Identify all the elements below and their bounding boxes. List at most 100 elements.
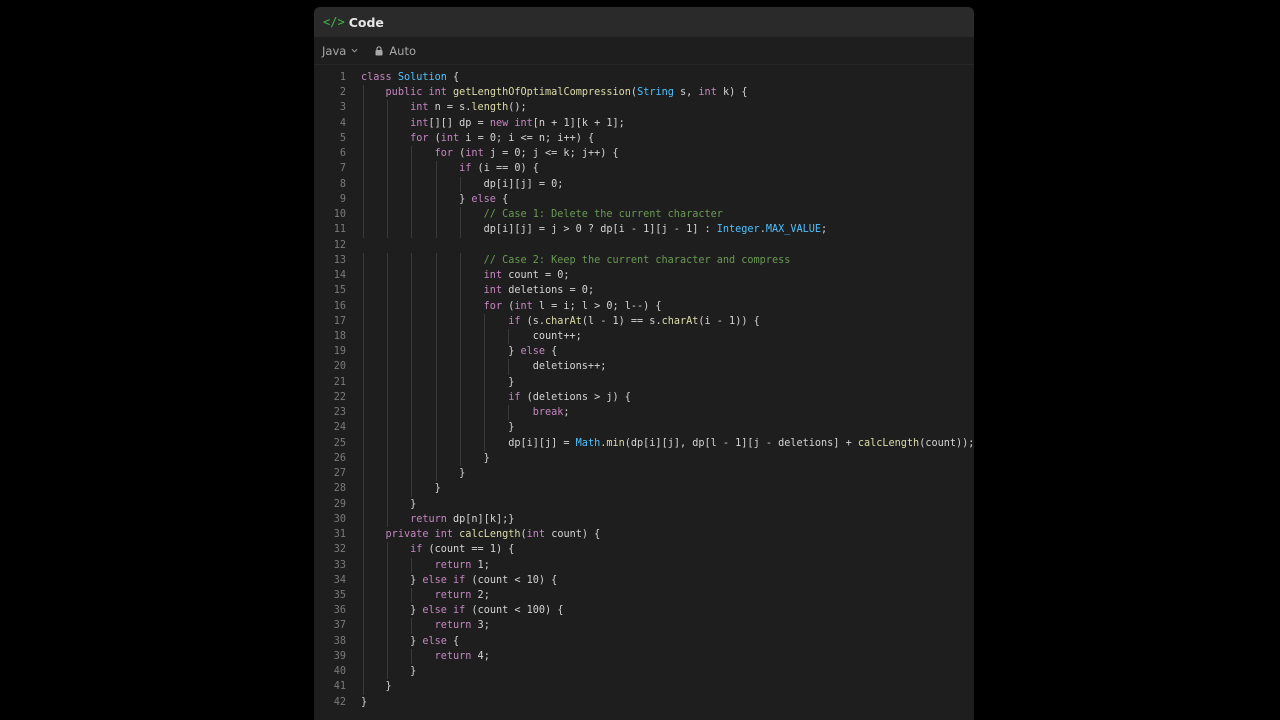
line-text: }: [361, 422, 515, 434]
line-number: 13: [333, 254, 346, 266]
line-text: }: [361, 468, 466, 480]
code-line: 3 int n = s.length();: [314, 100, 974, 116]
code-line: 20 deletions++;: [314, 359, 974, 375]
code-line: 33 return 1;: [314, 557, 974, 573]
code-icon: </>: [323, 15, 345, 29]
mode-label: Auto: [389, 43, 416, 58]
line-text: int count = 0;: [483, 270, 570, 282]
line-number: 28: [333, 483, 346, 495]
line-number: 37: [333, 620, 346, 632]
line-number: 3: [339, 102, 346, 114]
line-number: 6: [339, 148, 346, 160]
code-line: 32 if (count == 1) {: [314, 542, 974, 558]
code-line: 25 dp[i][j] = Math.min(dp[i][j], dp[l - …: [314, 435, 974, 451]
language-label: Java: [322, 43, 347, 58]
line-number: 2: [339, 87, 346, 99]
line-number: 41: [333, 681, 346, 693]
line-text: return 4;: [434, 650, 490, 662]
code-line: 42}: [314, 695, 974, 710]
code-line: 31 private int calcLength(int count) {: [314, 527, 974, 543]
code-line: 7 if (i == 0) {: [314, 161, 974, 177]
auto-mode[interactable]: Auto: [375, 44, 416, 58]
code-editor[interactable]: 1 class Solution { 2 public int getLengthO…: [314, 70, 974, 710]
line-number: 27: [333, 468, 346, 480]
line-text: class Solution {: [361, 72, 460, 83]
line-number: 19: [333, 346, 346, 358]
line-text: if (i == 0) {: [459, 163, 539, 175]
code-line: 10 // Case 1: Delete the current charact…: [314, 207, 974, 223]
code-line: 23 break;: [314, 405, 974, 421]
line-text: return 1;: [434, 559, 490, 571]
line-text: }: [361, 696, 368, 708]
code-line: 14 int count = 0;: [314, 268, 974, 284]
line-number: 29: [333, 498, 346, 510]
line-number: 15: [333, 285, 346, 297]
line-text: for (int i = 0; i <= n; i++) {: [410, 132, 595, 144]
line-number: 14: [333, 270, 346, 282]
line-text: if (deletions > j) {: [508, 391, 631, 403]
line-number: 17: [333, 315, 346, 327]
line-number: 10: [333, 209, 346, 221]
line-number: 16: [333, 300, 346, 312]
code-line: 34 } else if (count < 10) {: [314, 572, 974, 588]
code-line: 12: [314, 238, 974, 253]
line-number: 18: [333, 330, 346, 342]
line-text: } else {: [361, 346, 558, 358]
line-text: dp[i][j] = j > 0 ? dp[i - 1][j - 1] : In…: [361, 224, 828, 236]
language-selector[interactable]: Java: [322, 44, 358, 58]
line-text: if (s.charAt(l - 1) == s.charAt(i - 1)) …: [508, 315, 760, 327]
panel-title: Code: [348, 14, 384, 30]
code-line: 8 dp[i][j] = 0;: [314, 176, 974, 192]
line-text: private int calcLength(int count) {: [385, 529, 601, 541]
line-text: // Case 1: Delete the current character: [483, 209, 723, 221]
line-number: 5: [339, 132, 346, 144]
line-number: 11: [333, 224, 346, 236]
line-number: 40: [333, 666, 346, 678]
code-panel: </> Code Java Auto 1 class Solution { 2 pu…: [314, 7, 974, 720]
line-number: 1: [339, 72, 346, 83]
code-line: 2 public int getLengthOfOptimalCompressi…: [314, 85, 974, 101]
line-text: }: [361, 376, 515, 388]
line-number: 34: [333, 574, 346, 586]
lock-icon: [375, 45, 383, 55]
code-header: </> Code: [314, 7, 974, 37]
code-line: 9 } else {: [314, 191, 974, 208]
line-text: } else {: [361, 193, 509, 205]
line-number: 20: [333, 361, 346, 373]
code-line: 21 }: [314, 374, 974, 390]
code-line: 19 } else {: [314, 344, 974, 360]
code-line: 6 for (int j = 0; j <= k; j++) {: [314, 146, 974, 162]
line-number: 4: [339, 117, 346, 129]
line-number: 26: [333, 452, 346, 464]
line-text: dp[i][j] = Math.min(dp[i][j], dp[l - 1][…: [361, 437, 974, 449]
line-number: 36: [333, 605, 346, 617]
line-number: 33: [333, 559, 346, 571]
line-number: 23: [333, 407, 346, 419]
chevron-down-icon: [351, 48, 358, 53]
line-text: public int getLengthOfOptimalCompression…: [385, 87, 748, 99]
line-number: 7: [339, 163, 346, 175]
code-line: 18 count++;: [314, 328, 974, 345]
line-text: } else if (count < 100) {: [361, 605, 564, 617]
code-line: 11 dp[i][j] = j > 0 ? dp[i - 1][j - 1] :…: [314, 222, 974, 238]
line-number: 12: [333, 239, 346, 251]
line-number: 21: [333, 376, 346, 388]
code-line: 27 }: [314, 466, 974, 482]
code-line: 39 return 4;: [314, 648, 974, 665]
line-text: } else if (count < 10) {: [361, 574, 558, 586]
line-number: 31: [333, 529, 346, 541]
line-number: 38: [333, 635, 346, 647]
line-text: }: [361, 452, 490, 464]
line-text: if (count == 1) {: [410, 544, 515, 556]
line-text: return 2;: [434, 589, 490, 601]
code-line: 1 class Solution {: [314, 70, 974, 85]
line-number: 25: [333, 437, 346, 449]
line-text: int deletions = 0;: [483, 285, 595, 297]
line-number: 24: [333, 422, 346, 434]
line-text: dp[i][j] = 0;: [361, 178, 564, 190]
line-text: int n = s.length();: [410, 102, 527, 114]
line-number: 42: [333, 696, 346, 708]
line-number: 32: [333, 544, 346, 556]
code-line: 17 if (s.charAt(l - 1) == s.charAt(i - 1…: [314, 313, 974, 329]
line-text: count++;: [361, 330, 582, 342]
